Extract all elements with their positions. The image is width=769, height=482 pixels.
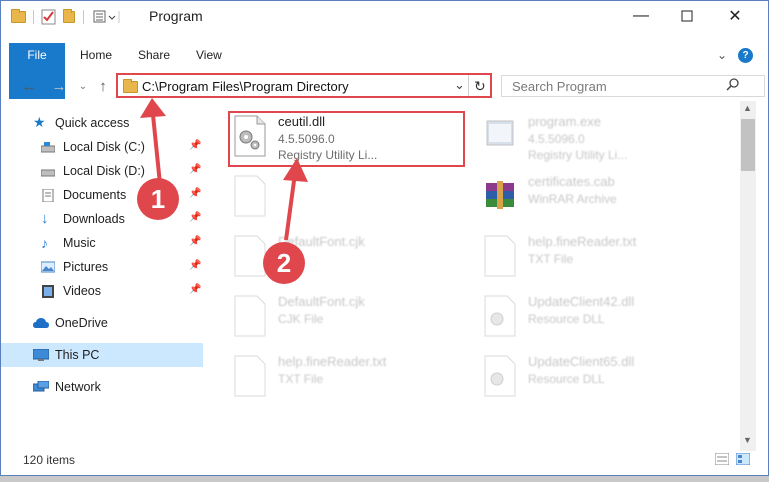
step-marker-2: 2 bbox=[263, 242, 305, 284]
step-marker-1: 1 bbox=[137, 178, 179, 220]
annotation-arrows bbox=[140, 98, 308, 241]
